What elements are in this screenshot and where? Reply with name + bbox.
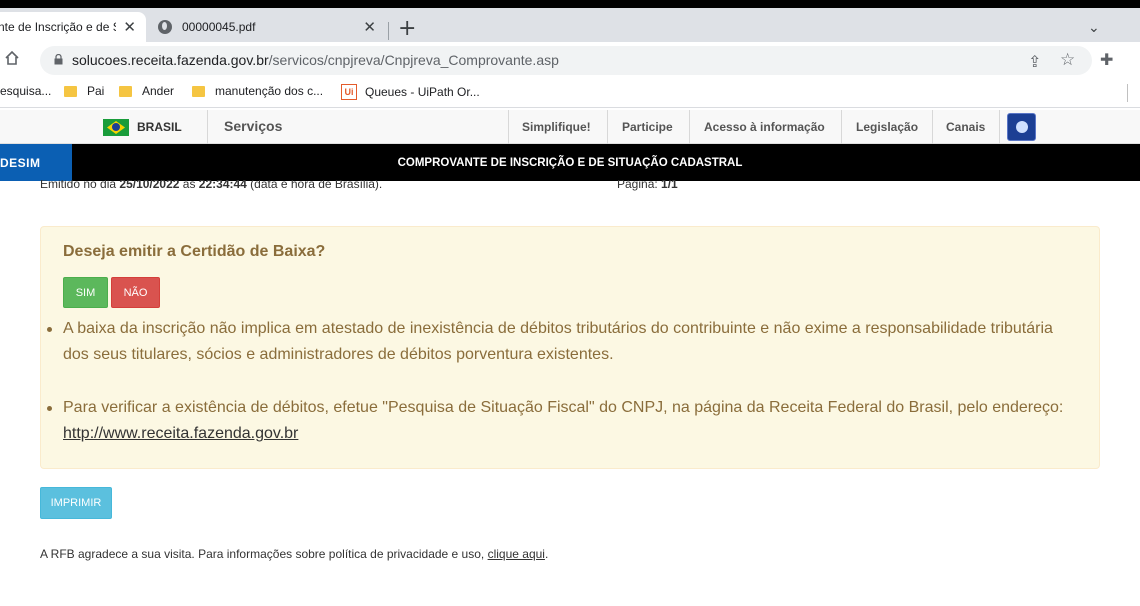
emitido-suffix: (data e hora de Brasília). xyxy=(246,180,383,191)
list-item: Para verificar a existência de débitos, … xyxy=(47,395,1073,447)
emitido-line: Emitido no dia 25/10/2022 às 22:34:44 (d… xyxy=(40,180,382,191)
tab-comprovante[interactable]: nte de Inscrição e de S ✕ xyxy=(0,12,146,42)
receita-link[interactable]: http://www.receita.fazenda.gov.br xyxy=(63,425,298,442)
participe-link[interactable]: Participe xyxy=(622,120,673,134)
gov-separator xyxy=(508,110,509,144)
legislacao-link[interactable]: Legislação xyxy=(856,120,918,134)
window-top-strip xyxy=(0,0,1140,8)
folder-icon xyxy=(119,85,132,97)
bookmark-item[interactable]: Ander xyxy=(119,84,174,98)
tab-separator xyxy=(388,22,389,40)
uipath-icon: Ui xyxy=(341,84,357,100)
servicos-link[interactable]: Serviços xyxy=(224,118,282,134)
close-icon[interactable]: ✕ xyxy=(123,18,136,36)
address-bar[interactable]: solucoes.receita.fazenda.gov.br/servicos… xyxy=(40,46,1092,75)
bookmark-label: manutenção dos c... xyxy=(215,84,324,98)
nao-button[interactable]: NÃO xyxy=(111,277,160,308)
bookmark-label: esquisa... xyxy=(0,84,52,98)
bullet-text: Para verificar a existência de débitos, … xyxy=(63,399,1064,416)
tab-title: 00000045.pdf xyxy=(182,20,256,34)
browser-tab-bar: nte de Inscrição e de S ✕ 00000045.pdf ✕… xyxy=(0,8,1140,42)
folder-icon xyxy=(64,85,77,97)
brazil-flag-icon[interactable] xyxy=(103,119,129,136)
simplifique-link[interactable]: Simplifique! xyxy=(522,120,591,134)
bookmark-label: Ander xyxy=(142,84,175,98)
emitido-as: às xyxy=(179,180,199,191)
footer-end: . xyxy=(544,547,549,561)
panel-title: Deseja emitir a Certidão de Baixa? xyxy=(63,243,326,260)
url-text: solucoes.receita.fazenda.gov.br/servicos… xyxy=(72,52,559,68)
footer-text: A RFB agradece a sua visita. Para inform… xyxy=(40,547,548,561)
pagina-value: 1/1 xyxy=(661,180,678,191)
gov-separator xyxy=(607,110,608,144)
home-icon[interactable] xyxy=(4,50,20,66)
star-icon[interactable]: ☆ xyxy=(1060,50,1075,70)
bookmark-label: Pai xyxy=(87,84,105,98)
footer-message: A RFB agradece a sua visita. Para inform… xyxy=(40,547,488,561)
tab-search-button[interactable]: ⌄ xyxy=(1088,20,1100,36)
brasil-link[interactable]: BRASIL xyxy=(137,120,182,134)
close-icon[interactable]: ✕ xyxy=(363,18,376,36)
emitido-prefix: Emitido no dia xyxy=(40,180,120,191)
lock-icon[interactable] xyxy=(54,54,63,65)
bookmark-item[interactable]: Ui Queues - UiPath Or... xyxy=(341,84,480,100)
tab-pdf[interactable]: 00000045.pdf ✕ xyxy=(150,12,386,42)
gov-separator xyxy=(689,110,690,144)
url-host: solucoes.receita.fazenda.gov.br xyxy=(72,52,269,68)
bookmark-item[interactable]: esquisa... xyxy=(0,84,51,98)
globe-icon xyxy=(158,20,172,34)
gov-separator xyxy=(932,110,933,144)
tab-title: nte de Inscrição e de S xyxy=(0,20,116,34)
gov-separator xyxy=(999,110,1000,144)
list-item: A baixa da inscrição não implica em ates… xyxy=(47,316,1073,368)
bookmark-label: Queues - UiPath Or... xyxy=(365,85,480,99)
canais-link[interactable]: Canais xyxy=(946,120,985,134)
gov-bar: BRASIL Serviços Simplifique! Participe A… xyxy=(0,110,1140,144)
bookmark-item[interactable]: Pai xyxy=(64,84,104,98)
acesso-informacao-link[interactable]: Acesso à informação xyxy=(704,120,825,134)
imprimir-button[interactable]: IMPRIMIR xyxy=(40,487,112,519)
privacy-link[interactable]: clique aqui xyxy=(488,547,545,561)
emitido-time: 22:34:44 xyxy=(198,180,247,191)
address-row: solucoes.receita.fazenda.gov.br/servicos… xyxy=(0,42,1140,78)
puzzle-icon[interactable]: ✚ xyxy=(1100,50,1113,69)
certidao-baixa-panel: Deseja emitir a Certidão de Baixa? SIM N… xyxy=(40,226,1100,469)
redesim-logo: DESIM xyxy=(0,144,72,181)
gov-separator xyxy=(841,110,842,144)
folder-icon xyxy=(192,85,205,97)
new-tab-button[interactable]: + xyxy=(398,18,416,40)
bookmark-item[interactable]: manutenção dos c... xyxy=(192,84,323,98)
pagina-label: Página: xyxy=(617,180,662,191)
gov-separator xyxy=(207,110,208,144)
share-icon[interactable]: ⇪ xyxy=(1028,52,1041,71)
sim-button[interactable]: SIM xyxy=(63,277,108,308)
accessibility-icon[interactable] xyxy=(1007,113,1036,141)
emitido-date: 25/10/2022 xyxy=(119,180,180,191)
url-path: /servicos/cnpjreva/Cnpjreva_Comprovante.… xyxy=(268,52,559,68)
bookmarks-bar: esquisa... Pai Ander manutenção dos c...… xyxy=(0,78,1140,108)
pagina-line: Página: 1/1 xyxy=(617,180,678,191)
page-title: COMPROVANTE DE INSCRIÇÃO E DE SITUAÇÃO C… xyxy=(397,156,743,169)
redesim-header: COMPROVANTE DE INSCRIÇÃO E DE SITUAÇÃO C… xyxy=(0,144,1140,181)
bookmarks-divider xyxy=(1127,84,1128,102)
